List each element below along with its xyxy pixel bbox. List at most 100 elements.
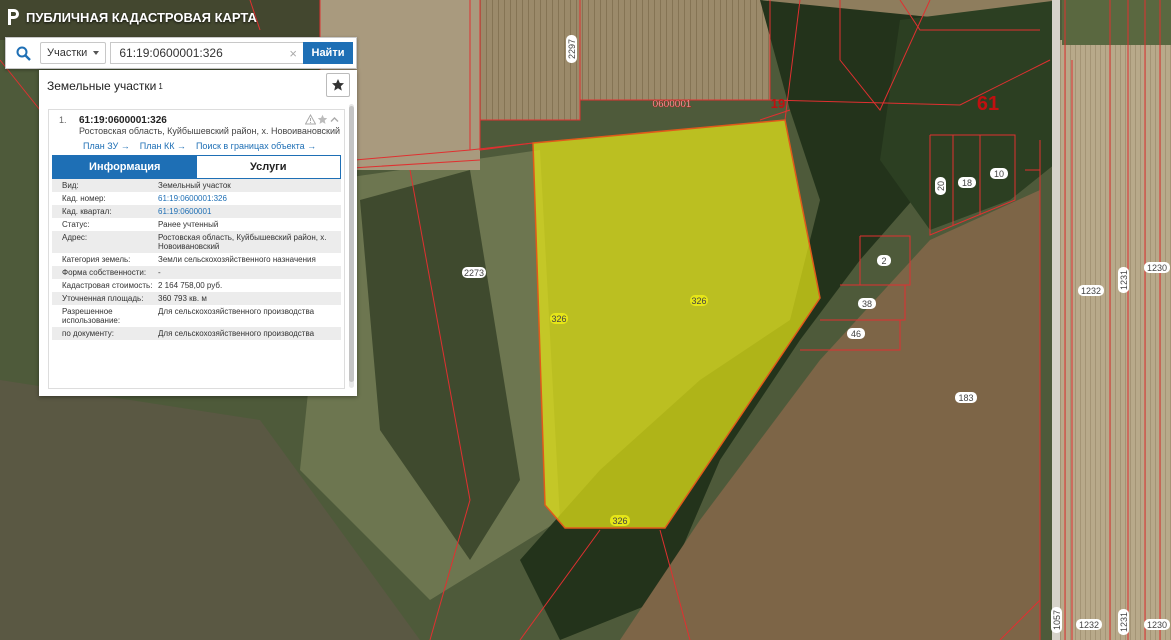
link-search-in-bounds[interactable]: Поиск в границах объекта →	[196, 141, 316, 151]
property-key: Статус:	[62, 220, 90, 229]
search-icon[interactable]	[6, 38, 40, 68]
parcel-label-1057: 1057	[1051, 607, 1062, 633]
svg-text:46: 46	[851, 329, 861, 339]
search-bar: Участки 61:19:0600001:326 × Найти	[5, 37, 357, 69]
parcel-label-19: 19	[771, 96, 785, 111]
property-key: Кад. номер:	[62, 194, 106, 203]
property-row: Статус: Ранее учтенный	[52, 218, 341, 231]
parcel-label-20: 20	[935, 177, 946, 195]
svg-text:1231: 1231	[1119, 270, 1129, 290]
property-row: Кад. квартал: 61:19:0600001	[52, 205, 341, 218]
svg-text:1230: 1230	[1147, 263, 1167, 273]
property-row: Адрес: Ростовская область, Куйбышевский р…	[52, 231, 341, 253]
svg-text:1231: 1231	[1119, 612, 1129, 632]
parcel-label-1230-top: 1230	[1144, 262, 1170, 273]
svg-text:2: 2	[881, 256, 886, 266]
svg-text:326: 326	[691, 296, 706, 306]
result-card: 1. 61:19:0600001:326 Ростовская область,…	[48, 109, 345, 389]
panel-header: Земельные участки 1	[39, 70, 357, 102]
app-title: ПУБЛИЧНАЯ КАДАСТРОВАЯ КАРТА	[26, 9, 257, 25]
result-links: План ЗУ → План КК → Поиск в границах объ…	[49, 136, 344, 151]
property-row: Вид: Земельный участок	[52, 179, 341, 192]
properties-table: Вид: Земельный участок Кад. номер: 61:19:0…	[52, 179, 341, 340]
property-key: Адрес:	[62, 233, 88, 242]
parcel-label-61: 61	[977, 93, 999, 115]
property-key: Кадастровая стоимость:	[62, 281, 153, 290]
search-input[interactable]: 61:19:0600001:326 ×	[110, 42, 303, 64]
favorites-button[interactable]	[326, 73, 350, 97]
svg-text:61: 61	[977, 93, 999, 115]
rosreestr-logo-icon	[8, 9, 19, 25]
svg-text:326: 326	[612, 516, 627, 526]
property-value: -	[158, 268, 161, 277]
result-tabs: Информация Услуги	[52, 155, 341, 179]
svg-text:1232: 1232	[1081, 286, 1101, 296]
find-button[interactable]: Найти	[303, 42, 353, 64]
svg-text:1057: 1057	[1052, 610, 1062, 630]
property-value: 360 793 кв. м	[158, 294, 207, 303]
panel-title: Земельные участки	[47, 79, 157, 93]
property-value: Земельный участок	[158, 181, 231, 190]
result-header[interactable]: 1. 61:19:0600001:326 Ростовская область,…	[49, 110, 344, 136]
svg-text:20: 20	[936, 181, 946, 191]
result-card-icons	[305, 114, 340, 125]
parcel-label-2273: 2273	[462, 267, 486, 278]
parcel-label-38: 38	[858, 298, 876, 309]
parcel-label-1232-top: 1232	[1078, 285, 1104, 296]
parcel-label-326-c: 326	[610, 515, 630, 526]
property-key: Категория земель:	[62, 255, 131, 264]
field-top-2	[580, 0, 770, 100]
svg-text:326: 326	[551, 314, 566, 324]
parcel-label-10: 10	[990, 168, 1008, 179]
parcel-label-326-b: 326	[690, 295, 708, 306]
property-row: Кад. номер: 61:19:0600001:326	[52, 192, 341, 205]
result-index: 1.	[59, 115, 67, 125]
property-row: Категория земель: Земли сельскохозяйствен…	[52, 253, 341, 266]
scrollbar-thumb[interactable]	[349, 106, 354, 382]
svg-text:2273: 2273	[464, 268, 484, 278]
clear-icon[interactable]: ×	[289, 46, 297, 61]
search-type-label: Участки	[47, 47, 88, 59]
star-outline-icon[interactable]	[317, 114, 328, 125]
property-row: Уточненная площадь: 360 793 кв. м	[52, 292, 341, 305]
parcel-label-quarter: 0600001	[652, 99, 692, 110]
svg-text:2297: 2297	[567, 39, 577, 59]
svg-text:1232: 1232	[1079, 620, 1099, 630]
svg-text:0600001: 0600001	[653, 99, 692, 110]
search-type-select[interactable]: Участки	[40, 42, 107, 64]
field-right-top	[1062, 0, 1171, 45]
property-row: Кадастровая стоимость: 2 164 758,00 руб.	[52, 279, 341, 292]
svg-text:18: 18	[962, 178, 972, 188]
tab-information[interactable]: Информация	[53, 156, 197, 178]
warning-icon[interactable]	[305, 114, 316, 125]
svg-text:38: 38	[862, 299, 872, 309]
property-key: по документу:	[62, 329, 114, 338]
chevron-up-icon[interactable]	[329, 114, 340, 125]
property-key: Кад. квартал:	[62, 207, 112, 216]
property-value-link[interactable]: 61:19:0600001:326	[158, 194, 341, 203]
property-value: Земли сельскохозяйственного назначения	[158, 255, 316, 264]
svg-text:183: 183	[958, 393, 973, 403]
property-value: Ростовская область, Куйбышевский район, …	[158, 233, 327, 251]
app-header: ПУБЛИЧНАЯ КАДАСТРОВАЯ КАРТА	[0, 0, 300, 34]
search-query-text: 61:19:0600001:326	[119, 46, 223, 60]
parcel-label-2297: 2297	[566, 35, 577, 63]
property-row: Разрешенное использование: Для сельскохоз…	[52, 305, 341, 327]
property-row: Форма собственности: -	[52, 266, 341, 279]
link-plan-kk[interactable]: План КК →	[140, 141, 186, 151]
field-right-strip	[1060, 40, 1171, 640]
svg-text:1230: 1230	[1147, 620, 1167, 630]
property-value: Ранее учтенный	[158, 220, 219, 229]
link-plan-zu[interactable]: План ЗУ →	[83, 141, 130, 151]
field-top-1	[480, 0, 580, 120]
results-panel: Земельные участки 1 1. 61:19:0600001:326 …	[39, 70, 357, 396]
property-key: Форма собственности:	[62, 268, 147, 277]
property-value: 2 164 758,00 руб.	[158, 281, 223, 290]
parcel-label-183: 183	[955, 392, 977, 403]
result-address: Ростовская область, Куйбышевский район, …	[79, 126, 341, 136]
results-count: 1	[158, 81, 163, 91]
chevron-down-icon	[93, 51, 100, 55]
tab-services[interactable]: Услуги	[196, 156, 340, 178]
property-row: по документу: Для сельскохозяйственного п…	[52, 327, 341, 340]
property-value-link[interactable]: 61:19:0600001	[158, 207, 341, 216]
